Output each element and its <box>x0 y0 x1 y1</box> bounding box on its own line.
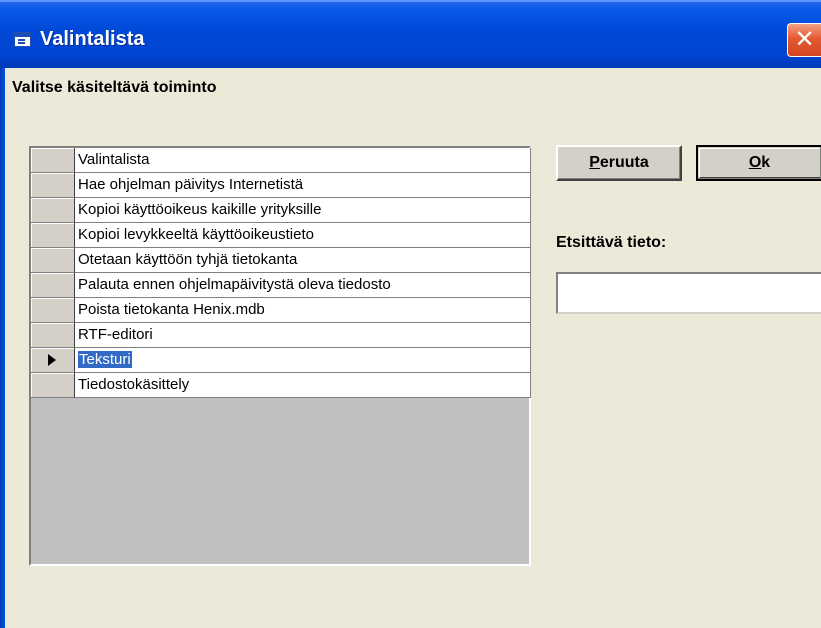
row-selector[interactable] <box>31 323 75 348</box>
table-row[interactable]: RTF-editori <box>31 323 531 348</box>
ok-button[interactable]: Ok <box>696 145 821 181</box>
column-header[interactable]: Valintalista <box>75 148 531 173</box>
current-row-arrow-icon <box>48 354 56 366</box>
search-label: Etsittävä tieto: <box>556 234 667 251</box>
row-cell[interactable]: Kopioi käyttöoikeus kaikille yrityksille <box>75 198 531 223</box>
table-row[interactable]: Palauta ennen ohjelmapäivitystä oleva ti… <box>31 273 531 298</box>
row-selector[interactable] <box>31 173 75 198</box>
search-input[interactable] <box>556 272 821 314</box>
title-bar[interactable]: Valintalista <box>0 0 821 68</box>
row-selector[interactable] <box>31 198 75 223</box>
cancel-button-label: Peruuta <box>589 154 649 171</box>
row-cell[interactable]: Tiedostokäsittely <box>75 373 531 398</box>
table-row[interactable]: Poista tietokanta Henix.mdb <box>31 298 531 323</box>
row-cell[interactable]: Hae ohjelman päivitys Internetistä <box>75 173 531 198</box>
row-cell[interactable]: Poista tietokanta Henix.mdb <box>75 298 531 323</box>
table-row[interactable]: Teksturi <box>31 348 531 373</box>
row-cell[interactable]: Palauta ennen ohjelmapäivitystä oleva ti… <box>75 273 531 298</box>
window-frame-left <box>0 68 5 628</box>
row-selector[interactable] <box>31 298 75 323</box>
prompt-label: Valitse käsiteltävä toiminto <box>12 79 217 96</box>
selection-grid[interactable]: Valintalista Hae ohjelman päivitys Inter… <box>29 146 531 566</box>
table-row[interactable]: Kopioi käyttöoikeus kaikille yrityksille <box>31 198 531 223</box>
row-label: Teksturi <box>78 351 132 368</box>
grid-header-row: Valintalista <box>31 148 531 173</box>
row-selector[interactable] <box>31 273 75 298</box>
row-cell[interactable]: Teksturi <box>75 348 531 373</box>
row-label: RTF-editori <box>78 326 153 343</box>
table-row[interactable]: Hae ohjelman päivitys Internetistä <box>31 173 531 198</box>
row-cell[interactable]: Otetaan käyttöön tyhjä tietokanta <box>75 248 531 273</box>
row-selector[interactable] <box>31 348 75 373</box>
cancel-button[interactable]: Peruuta <box>556 145 682 181</box>
window-icon <box>14 32 31 47</box>
row-selector[interactable] <box>31 248 75 273</box>
row-cell[interactable]: Kopioi levykkeeltä käyttöoikeustieto <box>75 223 531 248</box>
ok-button-label: Ok <box>748 154 771 171</box>
header-selector-cell <box>31 148 75 173</box>
table-row[interactable]: Tiedostokäsittely <box>31 373 531 398</box>
table-row[interactable]: Kopioi levykkeeltä käyttöoikeustieto <box>31 223 531 248</box>
close-button[interactable]: ✕ <box>787 23 821 57</box>
row-label: Kopioi käyttöoikeus kaikille yrityksille <box>78 201 322 218</box>
row-label: Palauta ennen ohjelmapäivitystä oleva ti… <box>78 276 391 293</box>
row-selector[interactable] <box>31 373 75 398</box>
row-cell[interactable]: RTF-editori <box>75 323 531 348</box>
row-label: Kopioi levykkeeltä käyttöoikeustieto <box>78 226 314 243</box>
row-label: Tiedostokäsittely <box>78 376 190 393</box>
row-label: Poista tietokanta Henix.mdb <box>78 301 265 318</box>
window-title: Valintalista <box>40 28 145 50</box>
row-label: Otetaan käyttöön tyhjä tietokanta <box>78 251 298 268</box>
row-label: Hae ohjelman päivitys Internetistä <box>78 176 304 193</box>
row-selector[interactable] <box>31 223 75 248</box>
table-row[interactable]: Otetaan käyttöön tyhjä tietokanta <box>31 248 531 273</box>
